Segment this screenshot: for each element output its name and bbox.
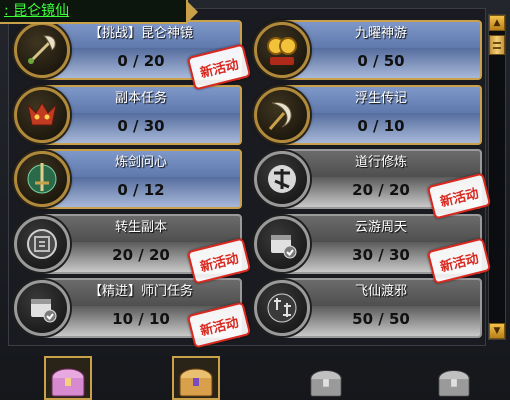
activity-card-kunlun-mirror[interactable]: 【挑战】昆仑神镜 0 / 20 新活动 — [14, 20, 252, 91]
activity-title: 副本任务 — [114, 91, 167, 106]
activity-progress: 0 / 50 — [357, 52, 405, 70]
reward-chest-3[interactable] — [304, 362, 348, 400]
silver-chest-icon — [438, 370, 470, 397]
activity-card-dao-cultivation[interactable]: 道行修炼 20 / 20 新活动 — [254, 149, 492, 220]
axe-icon — [14, 22, 70, 78]
activity-scrollbar[interactable]: ▲ ▼ — [488, 14, 506, 340]
activity-card-dungeon-quest[interactable]: 副本任务 0 / 30 — [14, 85, 242, 145]
activity-title: 炼剑问心 — [114, 155, 167, 170]
gold-chest-icon — [179, 368, 213, 397]
tooltip-location[interactable]: 昆仑镜仙 — [13, 3, 69, 19]
activity-title: 九曜神游 — [354, 26, 407, 41]
demon-mask-icon — [14, 87, 70, 143]
activity-card-immortal-ascension[interactable]: 飞仙渡邪 50 / 50 — [254, 278, 482, 338]
jade-sword-icon — [14, 151, 70, 207]
dual-calligraphy-icon — [254, 280, 310, 336]
activity-card-nine-luminaries[interactable]: 九曜神游 0 / 50 — [254, 20, 482, 80]
calendar-check-icon — [254, 216, 310, 272]
activity-progress: 50 / 50 — [352, 310, 410, 328]
reward-chest-2[interactable] — [172, 356, 220, 400]
activity-progress: 0 / 30 — [117, 117, 165, 135]
activity-card-sect-quest[interactable]: 【精进】师门任务 10 / 10 新活动 — [14, 278, 252, 349]
gold-coins-icon — [254, 22, 310, 78]
activity-title: 飞仙渡邪 — [354, 284, 407, 299]
location-tooltip: : 昆仑镜仙 — [0, 0, 188, 24]
activity-title: 【精进】师门任务 — [88, 284, 193, 299]
reward-chest-4[interactable] — [432, 362, 476, 400]
reward-chest-1[interactable] — [44, 356, 92, 400]
activity-card-cloud-wandering[interactable]: 云游周天 30 / 30 新活动 — [254, 214, 492, 285]
scroll-down-arrow-icon[interactable]: ▼ — [489, 323, 505, 339]
scroll-up-arrow-icon[interactable]: ▲ — [489, 15, 505, 31]
activity-panel: : 昆仑镜仙 【挑战】昆仑神镜 0 / 20 新活动 九曜神游 0 / 50 副… — [0, 0, 510, 400]
activity-card-sword-refining[interactable]: 炼剑问心 0 / 12 — [14, 149, 242, 209]
dao-calligraphy-icon — [254, 151, 310, 207]
crescent-blade-icon — [254, 87, 310, 143]
activity-progress: 0 / 12 — [117, 181, 165, 199]
scroll-thumb[interactable] — [489, 35, 505, 55]
activity-title: 转生副本 — [114, 220, 167, 235]
tooltip-prefix: : — [4, 3, 14, 19]
calendar-check-icon — [14, 280, 70, 336]
activity-progress: 0 / 10 — [357, 117, 405, 135]
tooltip-arrow — [188, 2, 198, 22]
activity-card-reincarnation-dungeon[interactable]: 转生副本 20 / 20 新活动 — [14, 214, 252, 285]
activity-title: 浮生传记 — [354, 91, 407, 106]
silver-chest-icon — [310, 370, 342, 397]
activity-title: 【挑战】昆仑神镜 — [88, 26, 193, 41]
activity-card-floating-life[interactable]: 浮生传记 0 / 10 — [254, 85, 482, 145]
pink-chest-icon — [51, 368, 85, 397]
activity-title: 道行修炼 — [354, 155, 407, 170]
activity-title: 云游周天 — [354, 220, 407, 235]
reincarnation-seal-icon — [14, 216, 70, 272]
